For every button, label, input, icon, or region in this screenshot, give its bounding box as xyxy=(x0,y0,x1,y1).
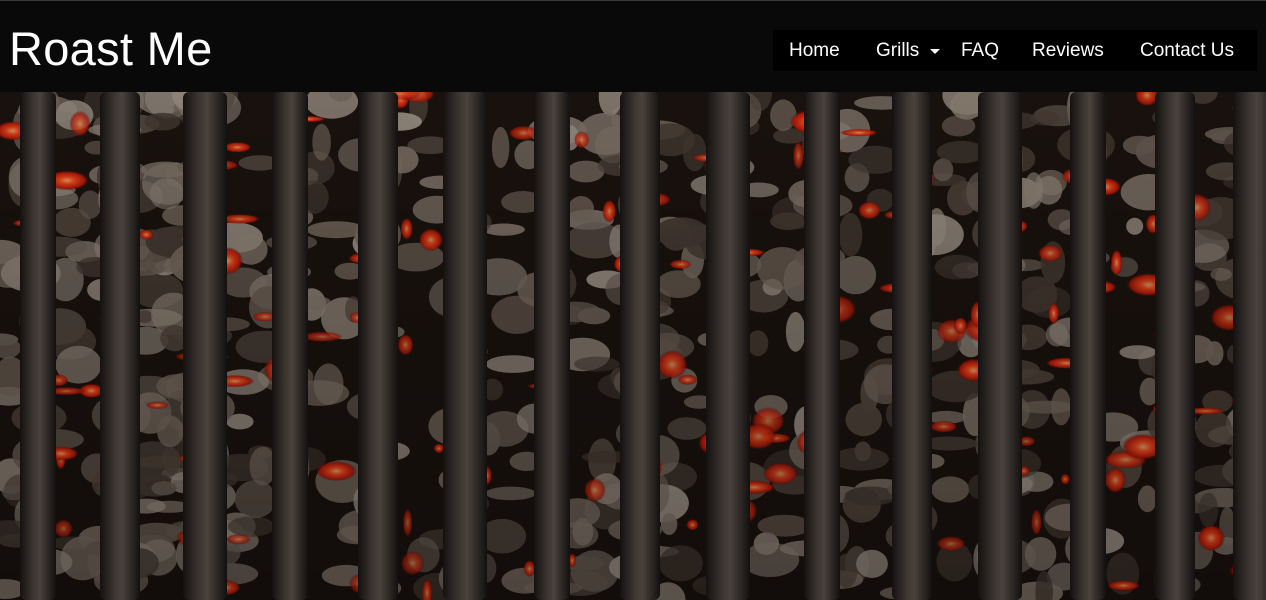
nav-grills[interactable]: Grills xyxy=(876,30,919,71)
grate-bar xyxy=(620,92,660,600)
grate-bar xyxy=(183,92,227,600)
grate-bars xyxy=(20,92,1266,600)
grate-bar xyxy=(706,92,750,600)
grate-bar xyxy=(534,92,570,600)
grill-grate-illustration xyxy=(0,92,1266,600)
nav-home[interactable]: Home xyxy=(789,30,840,71)
site-logo[interactable]: Roast Me xyxy=(9,21,213,77)
nav-reviews[interactable]: Reviews xyxy=(1032,30,1104,71)
nav-contact-us[interactable]: Contact Us xyxy=(1140,30,1234,71)
grate-bar xyxy=(978,92,1022,600)
grate-bar xyxy=(1070,92,1106,600)
grate-bar xyxy=(892,92,932,600)
grate-bar xyxy=(443,92,487,600)
grate-bar xyxy=(20,92,56,600)
grate-bar xyxy=(100,92,140,600)
hero-image xyxy=(0,92,1266,600)
nav-faq[interactable]: FAQ xyxy=(961,30,999,71)
grate-bar xyxy=(804,92,840,600)
grate-bar xyxy=(1233,92,1266,600)
site-header: Roast Me Home Grills FAQ Reviews Contact… xyxy=(0,0,1266,92)
caret-down-icon[interactable] xyxy=(930,49,940,54)
grate-bar xyxy=(272,92,308,600)
grate-bar xyxy=(358,92,398,600)
grate-bar xyxy=(1155,92,1195,600)
main-nav: Home Grills FAQ Reviews Contact Us xyxy=(773,30,1257,71)
